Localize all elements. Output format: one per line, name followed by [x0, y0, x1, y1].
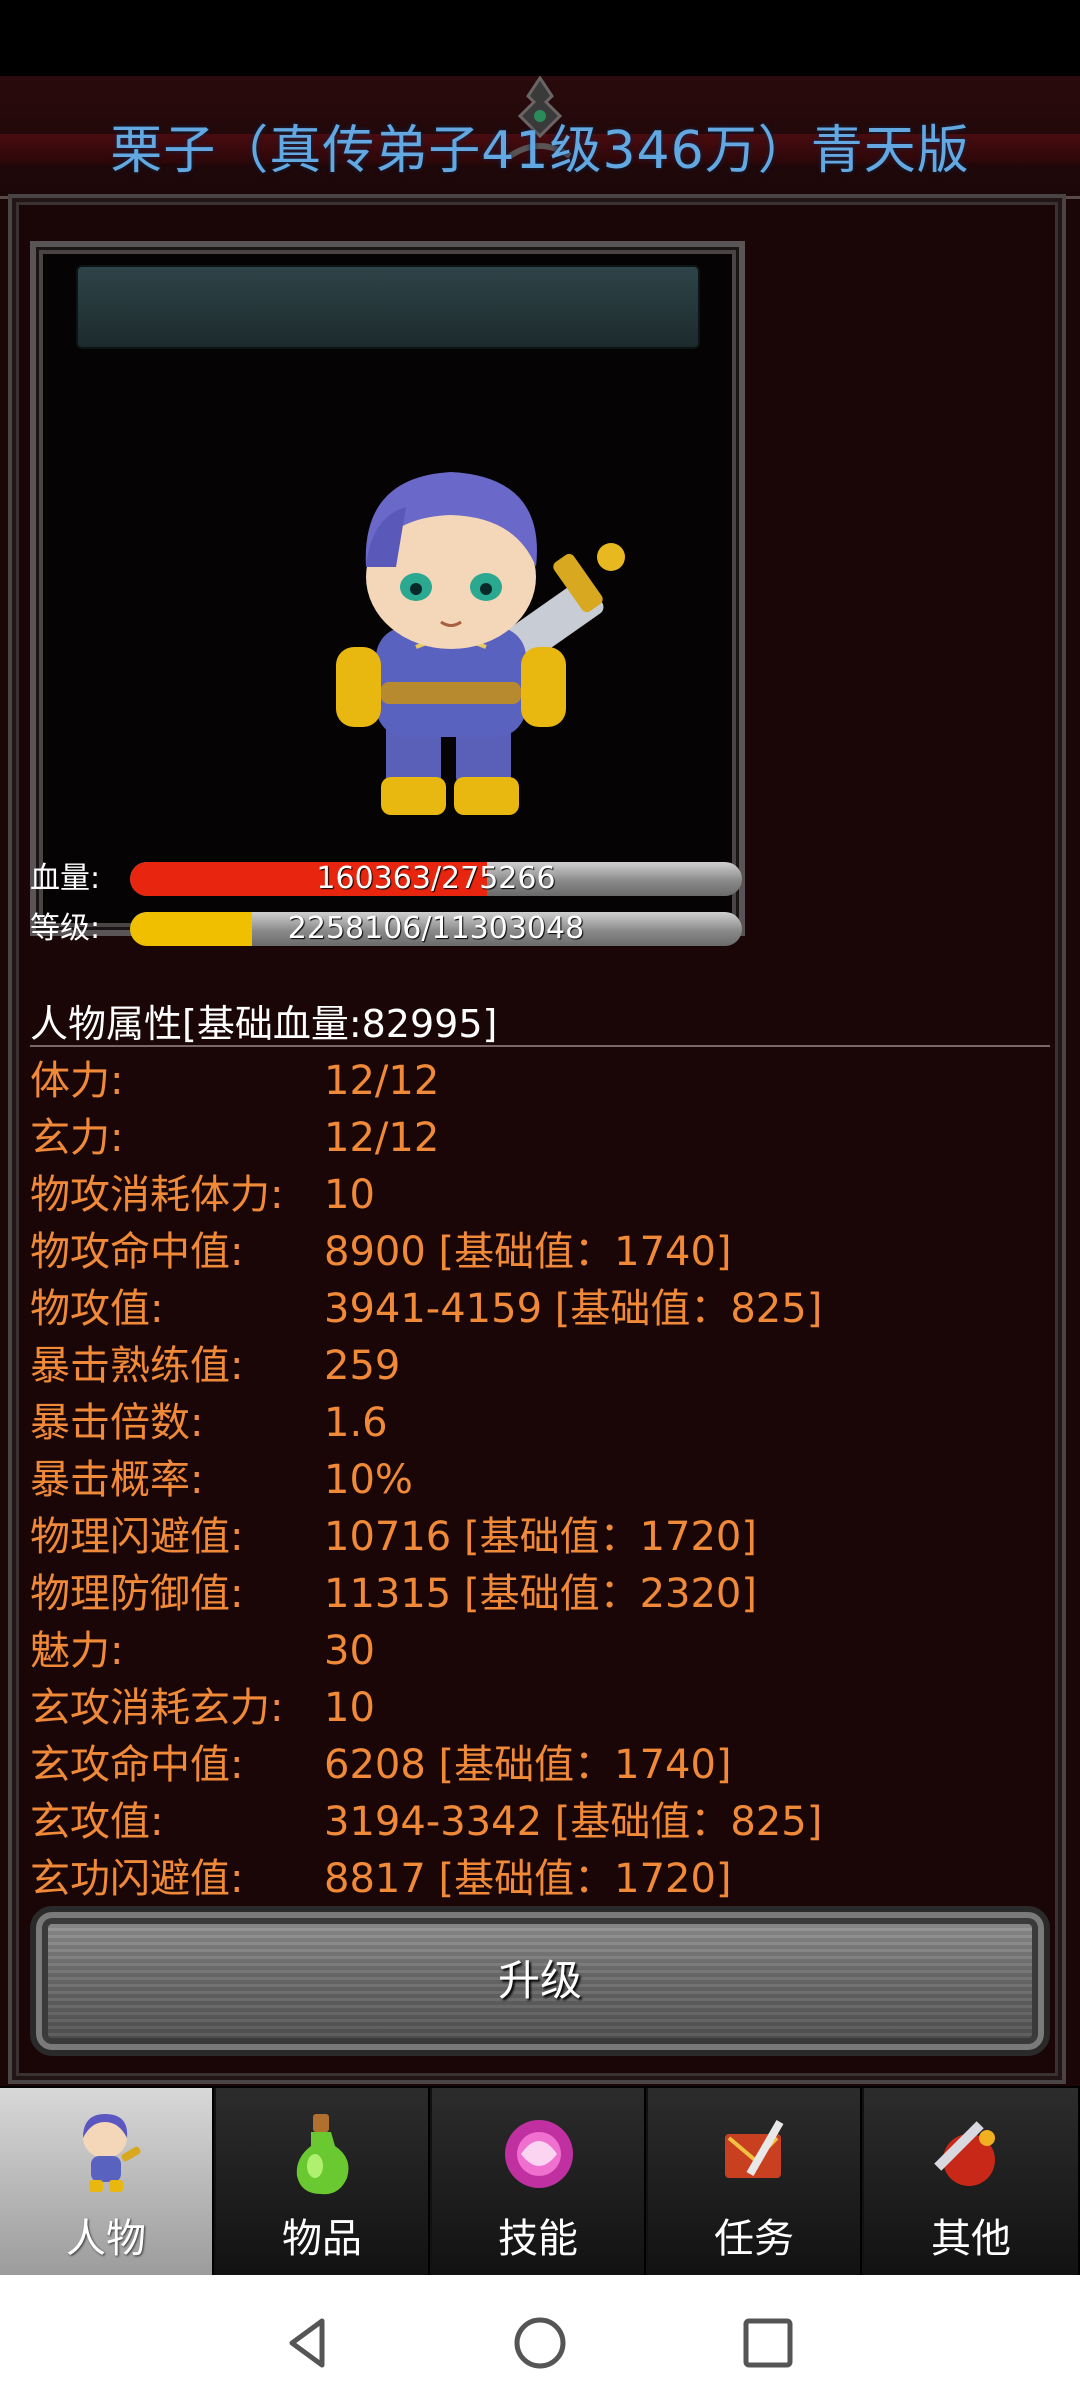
- attribute-value: 8817 [基础值：1720]: [324, 1856, 732, 1902]
- attribute-name: 物攻消耗体力:: [30, 1172, 284, 1218]
- attribute-value: 1.6: [324, 1400, 388, 1446]
- tab-label: 人物: [66, 2216, 146, 2262]
- attribute-row: 暴击倍数: 1.6: [30, 1395, 1050, 1452]
- level-row: 等级: 2258106/11303048: [30, 910, 745, 948]
- tab-items[interactable]: 物品: [216, 2088, 430, 2275]
- attribute-value: 10: [324, 1172, 375, 1218]
- upgrade-button[interactable]: 升级: [30, 1906, 1050, 2056]
- attribute-name: 物攻命中值:: [30, 1229, 244, 1275]
- hp-label: 血量:: [30, 861, 101, 896]
- attribute-value: 259: [324, 1343, 401, 1389]
- attribute-name: 玄功闪避值:: [30, 1856, 244, 1902]
- attribute-name: 物理防御值:: [30, 1571, 244, 1617]
- attribute-value: 8900 [基础值：1740]: [324, 1229, 732, 1275]
- tab-bar: 人物 物品 技能 任务 其他: [0, 2088, 1080, 2275]
- attribute-name: 物攻值:: [30, 1286, 164, 1332]
- quest-icon: [725, 2120, 784, 2178]
- title-bar: 栗子（真传弟子41级346万）青天版: [0, 76, 1080, 199]
- attribute-name: 体力:: [30, 1058, 124, 1104]
- other-icon: [934, 2121, 995, 2186]
- attribute-name: 玄攻命中值:: [30, 1742, 244, 1788]
- status-bar: [0, 0, 1080, 76]
- attribute-name: 魅力:: [30, 1628, 124, 1674]
- back-icon[interactable]: [278, 2313, 338, 2373]
- skill-orb-icon: [505, 2120, 573, 2188]
- attribute-row: 暴击概率: 10%: [30, 1452, 1050, 1509]
- attribute-value: 10%: [324, 1457, 413, 1503]
- character-portrait: [30, 241, 745, 936]
- hp-row: 血量: 160363/275266: [30, 860, 745, 898]
- tab-character[interactable]: 人物: [0, 2088, 214, 2275]
- attribute-value: 11315 [基础值：2320]: [324, 1571, 757, 1617]
- potion-icon: [296, 2114, 349, 2195]
- attribute-row: 物攻命中值: 8900 [基础值：1740]: [30, 1224, 1050, 1281]
- attribute-row: 玄攻值: 3194-3342 [基础值：825]: [30, 1794, 1050, 1851]
- attribute-name: 玄攻值:: [30, 1799, 164, 1845]
- character-title: 栗子（真传弟子41级346万）青天版: [110, 121, 970, 181]
- upgrade-button-label: 升级: [497, 1956, 582, 2005]
- system-nav-bar: [0, 2275, 1080, 2400]
- attribute-name: 暴击倍数:: [30, 1400, 204, 1446]
- attribute-row: 物理闪避值: 10716 [基础值：1720]: [30, 1509, 1050, 1566]
- hp-value: 160363/275266: [316, 862, 556, 896]
- attribute-row: 体力: 12/12: [30, 1053, 1050, 1110]
- tab-quests[interactable]: 任务: [648, 2088, 862, 2275]
- attribute-name: 暴击概率:: [30, 1457, 204, 1503]
- character-avatar: [336, 472, 625, 815]
- tab-label: 物品: [282, 2216, 362, 2262]
- section-divider: [30, 1045, 1050, 1047]
- level-bar: 2258106/11303048: [130, 912, 742, 946]
- attribute-row: 玄功闪避值: 8817 [基础值：1720]: [30, 1851, 1050, 1908]
- attribute-value: 6208 [基础值：1740]: [324, 1742, 732, 1788]
- attribute-row: 物攻消耗体力: 10: [30, 1167, 1050, 1224]
- attribute-row: 物理防御值: 11315 [基础值：2320]: [30, 1566, 1050, 1623]
- attribute-list: 体力: 12/12 玄力: 12/12 物攻消耗体力: 10 物攻命中值: 8900 [基础值…: [30, 1053, 1050, 1908]
- recents-icon[interactable]: [738, 2313, 798, 2373]
- tab-label: 其他: [931, 2216, 1011, 2262]
- level-label: 等级:: [30, 911, 101, 946]
- tab-label: 任务: [714, 2216, 794, 2262]
- tab-label: 技能: [498, 2216, 578, 2262]
- attribute-value: 10716 [基础值：1720]: [324, 1514, 757, 1560]
- portrait-nameplate: [76, 265, 700, 349]
- attribute-value: 12/12: [324, 1115, 440, 1161]
- attribute-name: 物理闪避值:: [30, 1514, 244, 1560]
- attribute-row: 玄攻消耗玄力: 10: [30, 1680, 1050, 1737]
- attribute-row: 物攻值: 3941-4159 [基础值：825]: [30, 1281, 1050, 1338]
- home-icon[interactable]: [510, 2313, 570, 2373]
- attribute-row: 玄攻命中值: 6208 [基础值：1740]: [30, 1737, 1050, 1794]
- tab-other[interactable]: 其他: [864, 2088, 1080, 2275]
- tab-skills[interactable]: 技能: [432, 2088, 646, 2275]
- attribute-value: 3194-3342 [基础值：825]: [324, 1799, 823, 1845]
- attribute-row: 魅力: 30: [30, 1623, 1050, 1680]
- attribute-name: 玄力:: [30, 1115, 124, 1161]
- attribute-value: 12/12: [324, 1058, 440, 1104]
- attribute-value: 30: [324, 1628, 375, 1674]
- attribute-row: 玄力: 12/12: [30, 1110, 1050, 1167]
- attribute-name: 玄攻消耗玄力:: [30, 1685, 284, 1731]
- attribute-row: 暴击熟练值: 259: [30, 1338, 1050, 1395]
- attribute-value: 3941-4159 [基础值：825]: [324, 1286, 823, 1332]
- attribute-value: 10: [324, 1685, 375, 1731]
- character-icon: [83, 2114, 141, 2192]
- section-heading: 人物属性[基础血量:82995]: [30, 1002, 498, 1046]
- attribute-name: 暴击熟练值:: [30, 1343, 244, 1389]
- level-value: 2258106/11303048: [287, 912, 585, 946]
- hp-bar: 160363/275266: [130, 862, 742, 896]
